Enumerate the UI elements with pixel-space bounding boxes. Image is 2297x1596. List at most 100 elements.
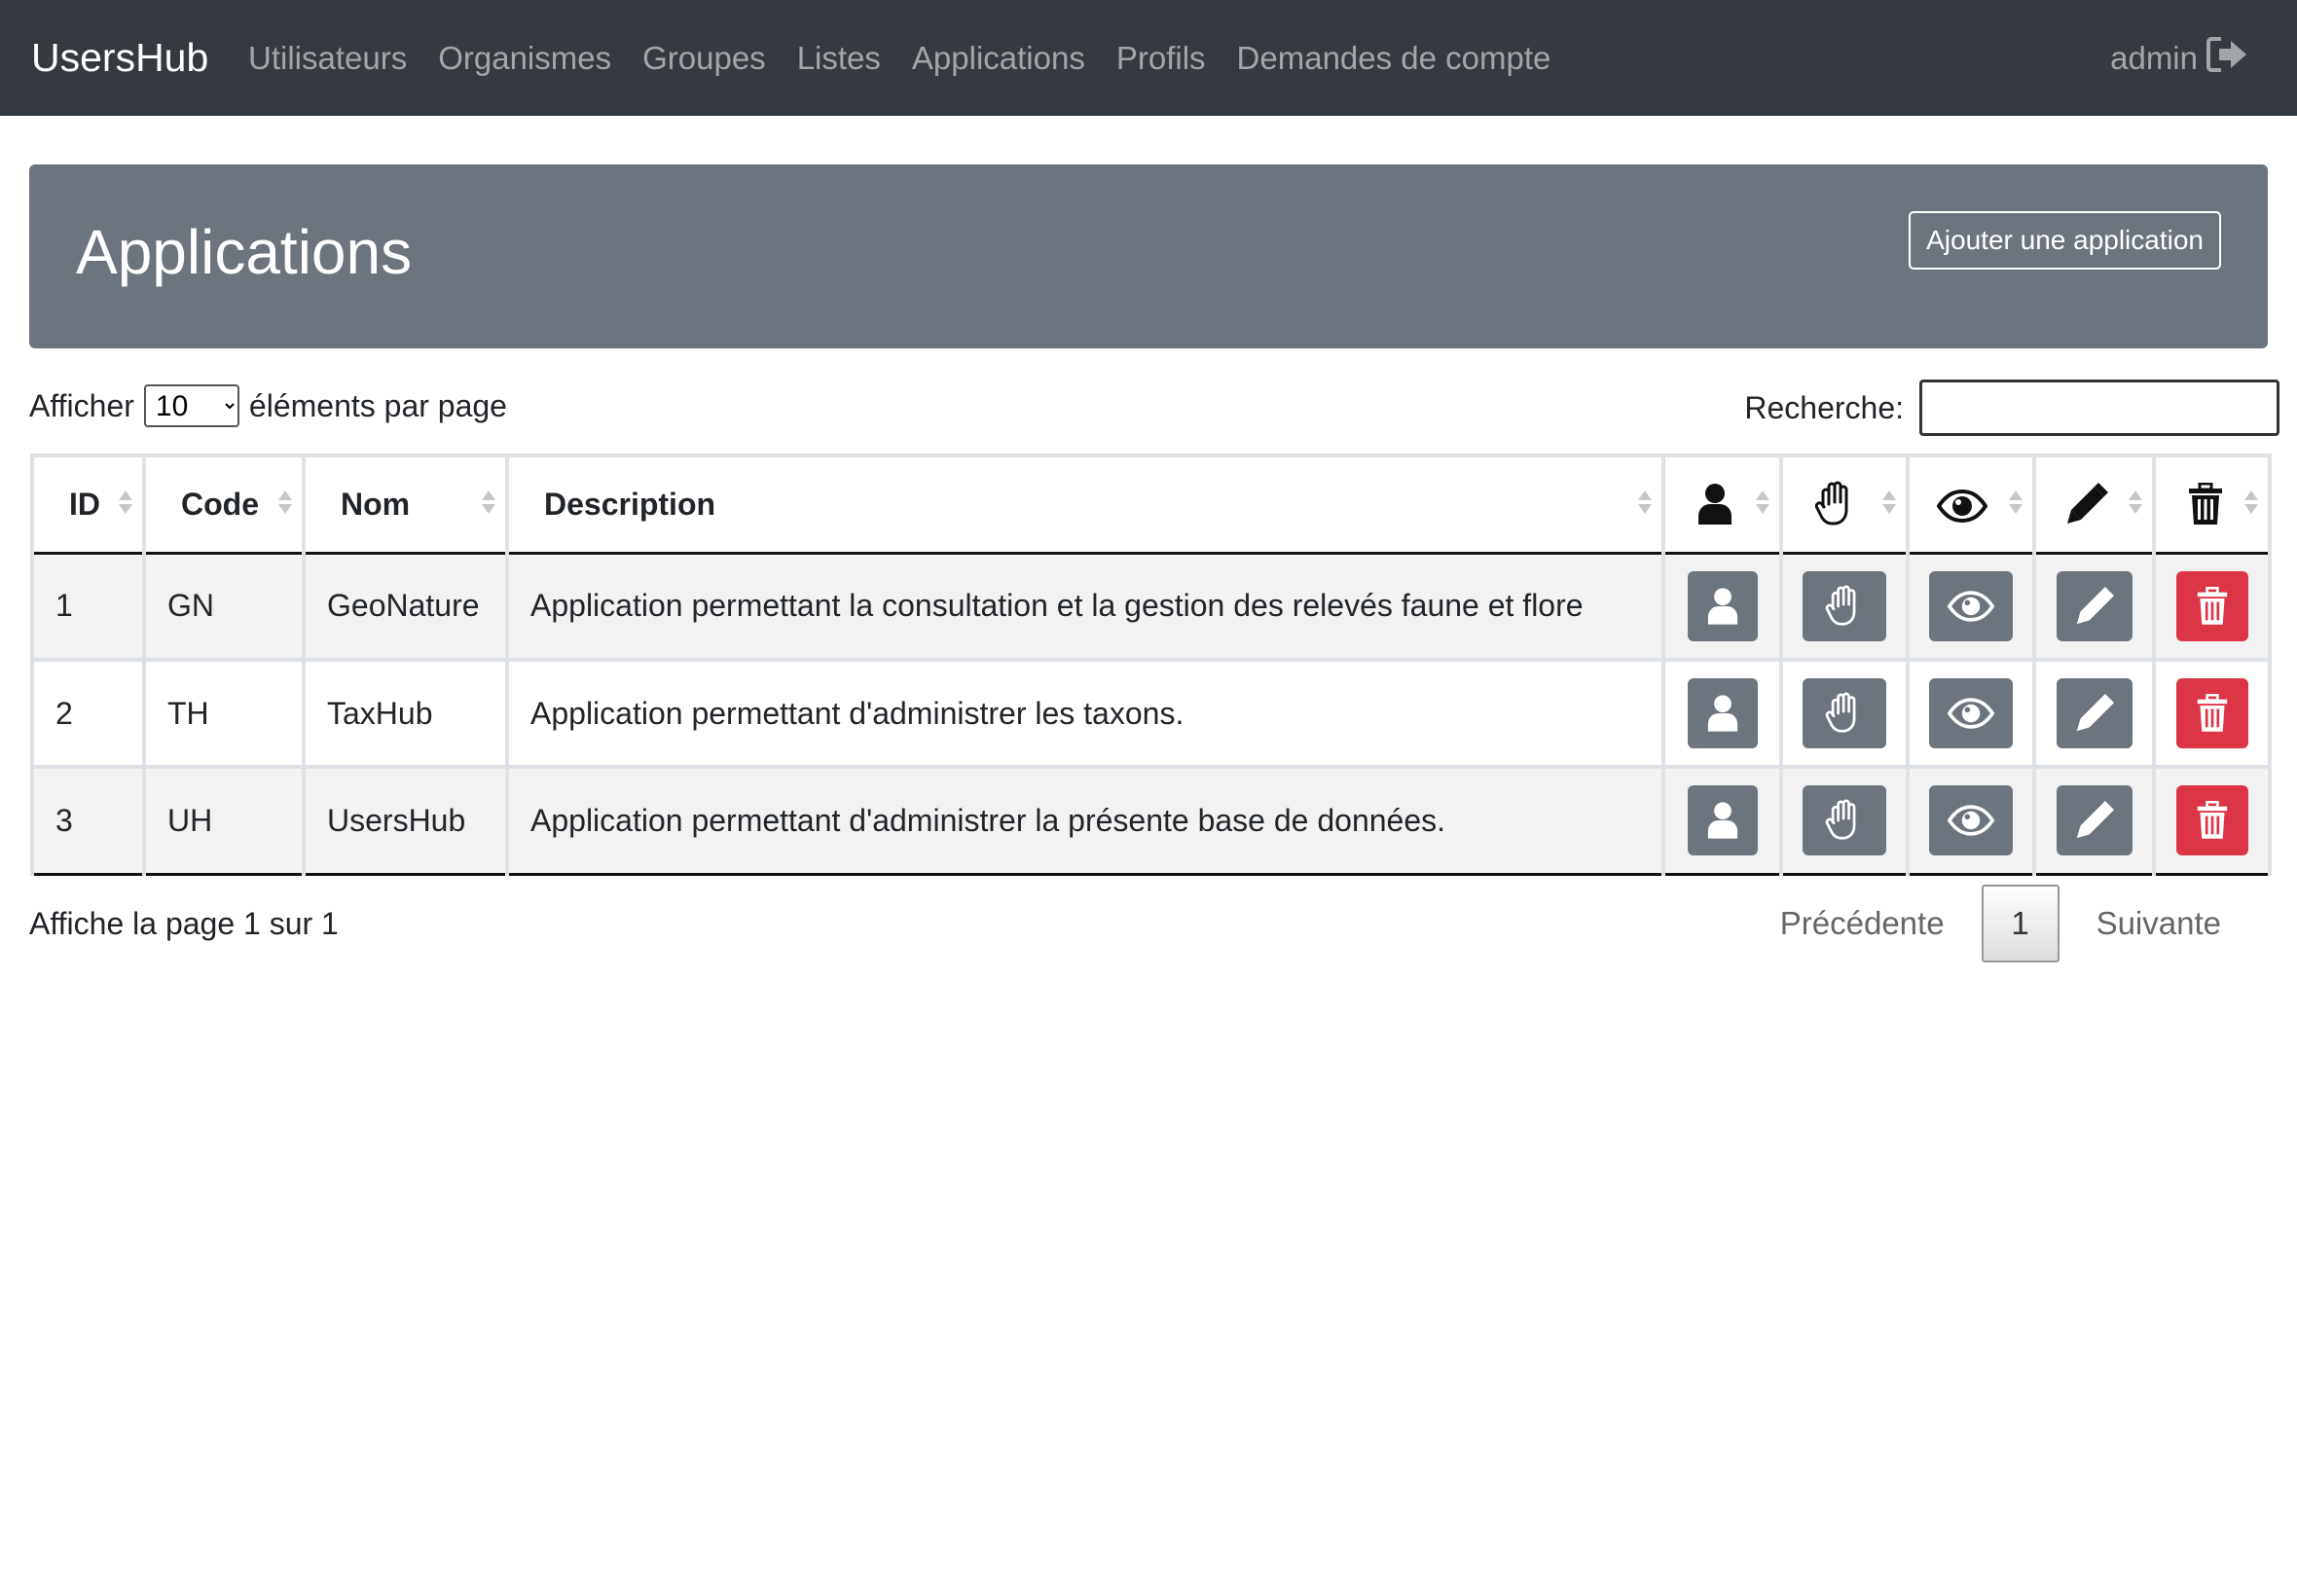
page-length-prefix: Afficher [29,387,134,423]
page-title: Applications [76,217,413,287]
navbar: UsersHub Utilisateurs Organismes Groupes… [0,0,2297,116]
previous-page-button[interactable]: Précédente [1743,905,1982,942]
sort-icon [278,490,292,514]
eye-icon [1948,805,1994,836]
column-label-description: Description [544,486,716,522]
nav-link-groupes[interactable]: Groupes [642,40,766,77]
users-button[interactable] [1687,785,1758,856]
column-label-code: Code [181,486,259,522]
cell-nom: GeoNature [302,553,509,662]
cell-users [1661,767,1783,876]
sort-icon [119,490,132,514]
view-button[interactable] [1929,785,2013,856]
edit-button[interactable] [2056,785,2133,856]
edit-button[interactable] [2056,678,2133,748]
nav-link-listes[interactable]: Listes [797,40,881,77]
page-length-control: Afficher 10 éléments par page [29,382,507,429]
column-header-code[interactable]: Code [142,453,306,555]
trash-icon [2197,586,2227,625]
applications-table: ID Code Nom Description 1 GN GeoNature A… [30,453,2272,876]
edit-button[interactable] [2056,570,2133,641]
cell-rights [1779,553,1910,662]
sort-icon [1638,490,1652,514]
cell-id: 1 [30,553,146,662]
cell-code: GN [142,553,306,662]
column-header-description[interactable]: Description [505,453,1665,555]
cell-nom: UsersHub [302,767,509,876]
column-header-nom[interactable]: Nom [302,453,509,555]
page-length-suffix: éléments par page [248,387,507,423]
nav-links: Utilisateurs Organismes Groupes Listes A… [248,0,1582,116]
cell-description: Application permettant la consultation e… [505,553,1665,662]
column-header-users[interactable] [1661,453,1783,555]
cell-id: 2 [30,660,146,769]
brand-link[interactable]: UsersHub [31,0,208,116]
nav-link-organismes[interactable]: Organismes [438,40,611,77]
view-button[interactable] [1929,570,2013,641]
page-button-current[interactable]: 1 [1981,885,2060,962]
rights-button[interactable] [1803,785,1886,856]
sort-icon [1756,490,1769,514]
column-header-view[interactable] [1906,453,2036,555]
username: admin [2110,39,2198,76]
cell-delete [2152,660,2272,769]
cell-users [1661,553,1783,662]
user-icon [1707,695,1737,732]
pencil-icon [2076,586,2114,624]
table-row: 1 GN GeoNature Application permettant la… [30,553,2272,662]
trash-icon [2188,482,2222,526]
view-button[interactable] [1929,678,2013,748]
table-header-row: ID Code Nom Description [30,453,2272,555]
column-header-rights[interactable] [1779,453,1910,555]
page-length-select[interactable]: 10 [143,384,239,427]
hand-icon [1825,585,1856,626]
delete-button[interactable] [2175,785,2248,856]
sort-icon [1882,490,1896,514]
table-row: 2 TH TaxHub Application permettant d'adm… [30,660,2272,769]
nav-link-applications[interactable]: Applications [912,40,1085,77]
column-header-id[interactable]: ID [30,453,146,555]
page-header: Applications Ajouter une application [29,164,2268,348]
trash-icon [2197,694,2227,732]
users-button[interactable] [1687,678,1758,748]
cell-users [1661,660,1783,769]
add-application-button[interactable]: Ajouter une application [1909,211,2221,270]
cell-code: TH [142,660,306,769]
column-label-id: ID [69,486,100,522]
eye-icon [1936,490,1988,524]
pencil-icon [2066,483,2108,525]
search-input[interactable] [1919,380,2279,436]
cell-description: Application permettant d'administrer les… [505,660,1665,769]
pagination: Précédente 1 Suivante [1743,883,2258,964]
column-header-delete[interactable] [2152,453,2272,555]
table-row: 3 UH UsersHub Application permettant d'a… [30,767,2272,876]
delete-button[interactable] [2175,570,2248,641]
rights-button[interactable] [1803,678,1886,748]
user-logout-link[interactable]: admin [2110,0,2248,116]
nav-link-demandes-de-compte[interactable]: Demandes de compte [1237,40,1551,77]
delete-button[interactable] [2175,678,2248,748]
rights-button[interactable] [1803,570,1886,641]
user-icon [1707,588,1737,625]
users-button[interactable] [1687,570,1758,641]
eye-icon [1948,591,1994,622]
cell-delete [2152,553,2272,662]
logout-icon [2206,36,2246,72]
cell-nom: TaxHub [302,660,509,769]
sort-icon [482,490,495,514]
cell-rights [1779,767,1910,876]
cell-rights [1779,660,1910,769]
cell-description: Application permettant d'administrer la … [505,767,1665,876]
sort-icon [2129,490,2142,514]
pencil-icon [2076,694,2114,732]
cell-id: 3 [30,767,146,876]
cell-delete [2152,767,2272,876]
column-header-edit[interactable] [2032,453,2156,555]
next-page-button[interactable]: Suivante [2060,905,2258,942]
cell-edit [2032,767,2156,876]
hand-icon [1825,799,1856,840]
hand-icon [1814,481,1848,526]
nav-link-utilisateurs[interactable]: Utilisateurs [248,40,407,77]
nav-link-profils[interactable]: Profils [1116,40,1206,77]
cell-view [1906,767,2036,876]
